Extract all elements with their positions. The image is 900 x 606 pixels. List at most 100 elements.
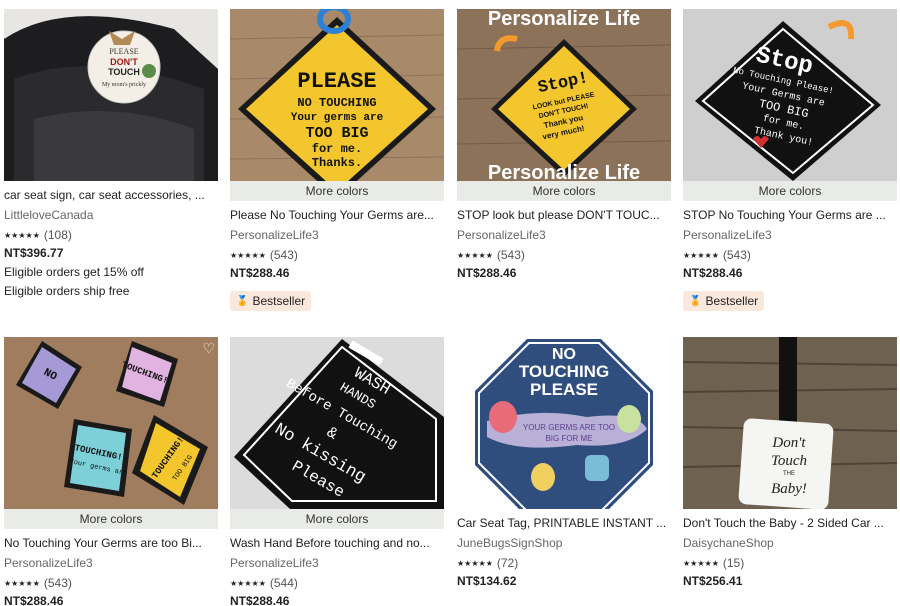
listing-card[interactable]: WASH HANDS Before Touching & No kissing …: [230, 337, 444, 606]
star-rating-icon: ★★★★★: [457, 250, 493, 260]
yellow-sign-photo: PLEASE NO TOUCHING Your germs are TOO BI…: [230, 9, 444, 181]
discount-note: Eligible orders get 15% off: [4, 265, 144, 279]
listing-card[interactable]: Don't Touch THE Baby! Don't Touch the Ba…: [683, 337, 897, 588]
listing-image[interactable]: PLEASE DON'T TOUCH My mom's prickly: [4, 9, 218, 181]
shop-name[interactable]: PersonalizeLife3: [230, 228, 444, 242]
octagon-sign-image: NO TOUCHING PLEASE YOUR GERMS ARE TOO BI…: [457, 337, 671, 509]
more-colors-label[interactable]: More colors: [457, 181, 671, 201]
listing-title[interactable]: No Touching Your Germs are too Bi...: [4, 536, 218, 550]
colorful-signs-photo: NO TOUCHING! TOUCHING! Your germs are TO…: [4, 337, 218, 509]
shop-name[interactable]: PersonalizeLife3: [4, 556, 218, 570]
star-rating-icon: ★★★★★: [4, 230, 40, 240]
listing-card[interactable]: Stop No Touching Please! Your Germs are …: [683, 9, 897, 311]
listing-image[interactable]: Don't Touch THE Baby!: [683, 337, 897, 509]
image-text: TOO BIG: [305, 125, 368, 142]
listing-title[interactable]: Car Seat Tag, PRINTABLE INSTANT ...: [457, 516, 671, 530]
shipping-note: Eligible orders ship free: [4, 284, 130, 298]
review-count: (15): [722, 556, 745, 570]
more-colors-label[interactable]: More colors: [4, 509, 218, 529]
price: NT$396.77: [4, 246, 64, 260]
badge-label: Bestseller: [705, 294, 759, 308]
listing-image[interactable]: Personalize Life Stop! LOOK but PLEASE D…: [457, 9, 671, 181]
wooden-tag-photo: Don't Touch THE Baby!: [683, 337, 897, 509]
star-rating-icon: ★★★★★: [457, 558, 493, 568]
listing-title[interactable]: STOP No Touching Your Germs are ...: [683, 208, 897, 222]
listing-image[interactable]: NO TOUCHING! TOUCHING! Your germs are TO…: [4, 337, 218, 509]
award-icon: 🏅: [689, 295, 702, 307]
shop-name[interactable]: PersonalizeLife3: [457, 228, 671, 242]
bestseller-badge: 🏅 Bestseller: [230, 291, 312, 311]
listing-title[interactable]: car seat sign, car seat accessories, ...: [4, 188, 218, 202]
shop-name[interactable]: JuneBugsSignShop: [457, 536, 671, 550]
listing-title[interactable]: Wash Hand Before touching and no...: [230, 536, 444, 550]
shop-name[interactable]: DaisychaneShop: [683, 536, 897, 550]
listing-card[interactable]: Personalize Life Stop! LOOK but PLEASE D…: [457, 9, 671, 280]
image-text: Touch: [771, 453, 807, 469]
listing-image[interactable]: NO TOUCHING PLEASE YOUR GERMS ARE TOO BI…: [457, 337, 671, 509]
image-text: Your germs are: [291, 112, 384, 124]
listing-card[interactable]: PLEASE NO TOUCHING Your germs are TOO BI…: [230, 9, 444, 311]
rating: ★★★★★ (543): [457, 248, 671, 262]
rating: ★★★★★ (543): [683, 248, 897, 262]
shop-name[interactable]: PersonalizeLife3: [683, 228, 897, 242]
review-count: (543): [43, 576, 72, 590]
more-colors-label[interactable]: More colors: [230, 509, 444, 529]
rating: ★★★★★ (72): [457, 556, 671, 570]
image-text: Personalize Life: [488, 162, 640, 181]
star-rating-icon: ★★★★★: [683, 558, 719, 568]
image-text: PLEASE: [297, 69, 376, 94]
image-text: THE: [783, 471, 795, 477]
image-text: PLEASE: [530, 380, 598, 399]
more-colors-label[interactable]: More colors: [230, 181, 444, 201]
review-count: (543): [496, 248, 525, 262]
review-count: (72): [496, 556, 519, 570]
listing-image[interactable]: Stop No Touching Please! Your Germs are …: [683, 9, 897, 181]
star-rating-icon: ★★★★★: [230, 578, 266, 588]
image-text: NO TOUCHING: [297, 96, 376, 110]
image-text: for me.: [312, 142, 362, 156]
listing-card[interactable]: NO TOUCHING PLEASE YOUR GERMS ARE TOO BI…: [457, 337, 671, 588]
image-text: PLEASE: [109, 47, 138, 56]
listing-grid: PLEASE DON'T TOUCH My mom's prickly car …: [0, 0, 900, 606]
image-text: BIG FOR ME: [545, 434, 592, 443]
image-text: NO: [552, 346, 576, 363]
review-count: (544): [269, 576, 298, 590]
price: NT$288.46: [230, 594, 290, 606]
car-seat-photo: PLEASE DON'T TOUCH My mom's prickly: [4, 9, 218, 181]
image-text: TOUCHING: [519, 362, 609, 381]
listing-card[interactable]: NO TOUCHING! TOUCHING! Your germs are TO…: [4, 337, 218, 606]
image-text: Baby!: [771, 481, 807, 497]
image-text: Thanks.: [312, 156, 362, 170]
review-count: (543): [269, 248, 298, 262]
listing-title[interactable]: Please No Touching Your Germs are...: [230, 208, 444, 222]
image-text: TOUCH: [108, 67, 140, 77]
listing-image[interactable]: WASH HANDS Before Touching & No kissing …: [230, 337, 444, 509]
rating: ★★★★★ (108): [4, 228, 218, 242]
wash-hands-sign-photo: WASH HANDS Before Touching & No kissing …: [230, 337, 444, 509]
review-count: (543): [722, 248, 751, 262]
price: NT$134.62: [457, 574, 517, 588]
listing-card[interactable]: PLEASE DON'T TOUCH My mom's prickly car …: [4, 9, 218, 298]
review-count: (108): [43, 228, 72, 242]
heart-icon[interactable]: ♡: [202, 340, 215, 357]
image-text: DON'T: [110, 57, 138, 67]
listing-image[interactable]: PLEASE NO TOUCHING Your germs are TOO BI…: [230, 9, 444, 181]
stop-sign-photo: Personalize Life Stop! LOOK but PLEASE D…: [457, 9, 671, 181]
rating: ★★★★★ (15): [683, 556, 897, 570]
price: NT$288.46: [683, 266, 743, 280]
image-text: Personalize Life: [488, 9, 640, 30]
listing-title[interactable]: Don't Touch the Baby - 2 Sided Car ...: [683, 516, 897, 530]
black-stop-sign-photo: Stop No Touching Please! Your Germs are …: [683, 9, 897, 181]
more-colors-label[interactable]: More colors: [683, 181, 897, 201]
star-rating-icon: ★★★★★: [4, 578, 40, 588]
price: NT$288.46: [457, 266, 517, 280]
star-rating-icon: ★★★★★: [230, 250, 266, 260]
rating: ★★★★★ (543): [4, 576, 218, 590]
shop-name[interactable]: LittleloveCanada: [4, 208, 218, 222]
rating: ★★★★★ (544): [230, 576, 444, 590]
shop-name[interactable]: PersonalizeLife3: [230, 556, 444, 570]
image-text: Don't: [771, 435, 806, 451]
price: NT$288.46: [4, 594, 64, 606]
rating: ★★★★★ (543): [230, 248, 444, 262]
listing-title[interactable]: STOP look but please DON'T TOUC...: [457, 208, 671, 222]
